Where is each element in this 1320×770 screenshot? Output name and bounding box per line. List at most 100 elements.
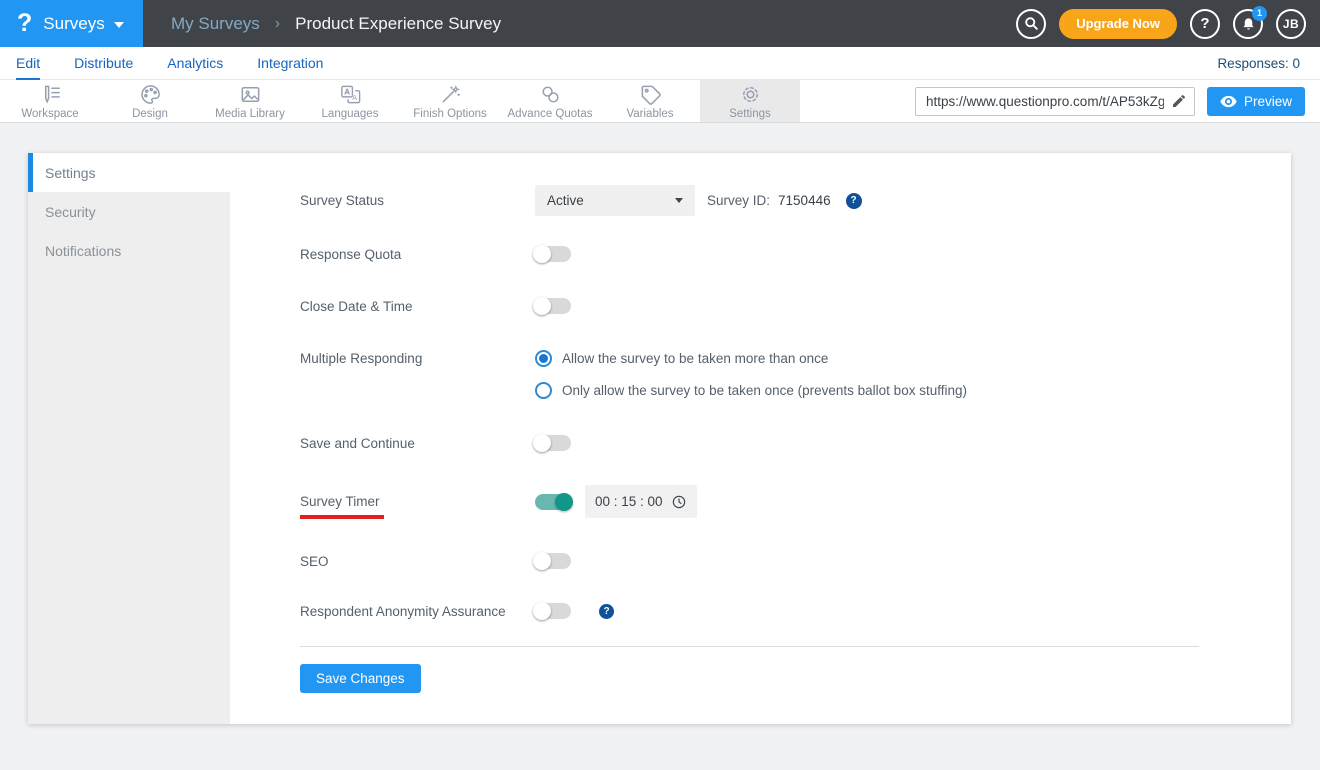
edit-url-icon[interactable] xyxy=(1171,93,1187,109)
save-and-continue-toggle[interactable] xyxy=(533,434,571,452)
toolbar-tab-workspace[interactable]: Workspace xyxy=(0,80,100,122)
search-icon xyxy=(1024,16,1039,31)
toolbar-tab-label: Media Library xyxy=(215,107,285,120)
toggle-knob xyxy=(533,297,551,315)
multiple-responding-row: Multiple Responding Allow the survey to … xyxy=(300,350,1291,399)
respondent-anonymity-toggle[interactable] xyxy=(533,602,571,620)
survey-nav-tabs: Edit Distribute Analytics Integration Re… xyxy=(0,47,1320,80)
tag-icon xyxy=(639,83,662,106)
toolbar-tab-label: Finish Options xyxy=(413,107,487,120)
toggle-knob xyxy=(533,552,551,570)
survey-title: Product Experience Survey xyxy=(295,13,502,33)
toggle-knob xyxy=(533,602,551,620)
chevron-down-icon xyxy=(113,21,124,28)
survey-status-dropdown[interactable]: Active xyxy=(535,185,695,216)
breadcrumb-separator-icon: › xyxy=(274,14,281,32)
toolbar-tab-settings[interactable]: Settings xyxy=(700,80,800,122)
toolbar-tab-languages[interactable]: A Languages xyxy=(300,80,400,122)
annotation-red-underline xyxy=(300,515,384,519)
save-and-continue-row: Save and Continue xyxy=(300,434,1291,452)
toolbar-tab-label: Languages xyxy=(321,107,379,120)
toolbar-tab-advance-quotas[interactable]: Advance Quotas xyxy=(500,80,600,122)
toolbar-tab-label: Workspace xyxy=(21,107,79,120)
survey-timer-label: Survey Timer xyxy=(300,494,380,509)
respondent-anonymity-row: Respondent Anonymity Assurance ? xyxy=(300,602,1291,620)
search-button[interactable] xyxy=(1016,8,1047,39)
account-menu-button[interactable]: JB xyxy=(1276,8,1306,39)
multiple-responding-options: Allow the survey to be taken more than o… xyxy=(535,350,967,399)
gear-icon xyxy=(739,83,762,106)
section-divider xyxy=(300,646,1199,647)
close-date-toggle[interactable] xyxy=(533,297,571,315)
edit-toolbar: Workspace Design Media Library A Languag… xyxy=(0,80,1320,123)
translate-icon: A xyxy=(339,83,362,106)
survey-url-input[interactable] xyxy=(914,86,1195,116)
question-mark-icon: ? xyxy=(1200,15,1210,32)
toolbar-tab-label: Settings xyxy=(729,107,771,120)
radio-unselected-icon xyxy=(535,382,552,399)
topbar-actions: Upgrade Now ? 1 JB xyxy=(1016,5,1320,39)
tab-distribute[interactable]: Distribute xyxy=(74,47,133,80)
settings-card: Settings Security Notifications Survey S… xyxy=(28,153,1291,724)
response-quota-label: Response Quota xyxy=(300,246,402,262)
survey-timer-duration-field[interactable]: 00 : 15 : 00 xyxy=(585,485,697,518)
clock-icon xyxy=(671,494,687,510)
save-and-continue-label: Save and Continue xyxy=(300,435,415,451)
tab-analytics[interactable]: Analytics xyxy=(167,47,223,80)
product-name: Surveys xyxy=(43,13,105,33)
settings-content: Survey Status Active Survey ID: 7150446 … xyxy=(230,153,1291,724)
responses-count: Responses: 0 xyxy=(1217,55,1300,71)
survey-url-wrap xyxy=(914,86,1195,116)
seo-toggle[interactable] xyxy=(533,552,571,570)
sidebar-item-security[interactable]: Security xyxy=(28,192,230,231)
topbar: ? Surveys My Surveys › Product Experienc… xyxy=(0,0,1320,47)
survey-id-help-icon[interactable]: ? xyxy=(845,192,862,209)
sidebar-item-notifications[interactable]: Notifications xyxy=(28,231,230,270)
toolbar-tab-media-library[interactable]: Media Library xyxy=(200,80,300,122)
upgrade-now-button[interactable]: Upgrade Now xyxy=(1059,8,1177,39)
preview-label: Preview xyxy=(1243,93,1292,109)
survey-id-label: Survey ID: xyxy=(707,193,771,208)
respondent-anonymity-label: Respondent Anonymity Assurance xyxy=(300,603,506,619)
notifications-button[interactable]: 1 xyxy=(1233,5,1267,39)
svg-text:A: A xyxy=(352,94,357,102)
eye-icon xyxy=(1220,95,1237,108)
multiple-responding-label: Multiple Responding xyxy=(300,351,423,366)
workspace-icon xyxy=(39,83,62,106)
breadcrumb-my-surveys[interactable]: My Surveys xyxy=(171,14,260,34)
tab-integration[interactable]: Integration xyxy=(257,47,323,80)
image-icon xyxy=(239,83,262,106)
survey-id-value: 7150446 xyxy=(778,193,831,208)
toolbar-tab-label: Variables xyxy=(626,107,674,120)
save-changes-button[interactable]: Save Changes xyxy=(300,664,421,693)
radio-only-once[interactable]: Only allow the survey to be taken once (… xyxy=(535,382,967,399)
product-switcher[interactable]: ? Surveys xyxy=(0,0,143,47)
toolbar-tab-design[interactable]: Design xyxy=(100,80,200,122)
breadcrumb: My Surveys › Product Experience Survey xyxy=(171,14,501,34)
anonymity-help-icon[interactable]: ? xyxy=(599,603,614,619)
questionpro-logo-icon: ? xyxy=(17,9,33,37)
settings-sidebar: Settings Security Notifications xyxy=(28,153,230,724)
survey-timer-row: Survey Timer 00 : 15 : 00 xyxy=(300,485,1291,519)
preview-button[interactable]: Preview xyxy=(1206,86,1305,116)
seo-row: SEO xyxy=(300,552,1291,570)
tab-edit[interactable]: Edit xyxy=(16,47,41,80)
survey-timer-toggle[interactable] xyxy=(535,492,573,511)
notification-badge: 1 xyxy=(1252,5,1267,21)
sidebar-item-settings[interactable]: Settings xyxy=(28,153,230,192)
toolbar-tab-label: Design xyxy=(132,107,168,120)
toggle-knob xyxy=(533,434,551,452)
palette-icon xyxy=(139,83,162,106)
radio-allow-multiple[interactable]: Allow the survey to be taken more than o… xyxy=(535,350,967,367)
help-button[interactable]: ? xyxy=(1190,8,1220,39)
survey-status-row: Survey Status Active Survey ID: 7150446 … xyxy=(300,185,1291,216)
chain-links-icon xyxy=(539,83,562,106)
survey-timer-label-wrap: Survey Timer xyxy=(300,494,535,519)
magic-wand-icon xyxy=(439,83,462,106)
survey-timer-value: 00 : 15 : 00 xyxy=(595,494,663,509)
response-quota-toggle[interactable] xyxy=(533,245,571,263)
toolbar-tab-finish-options[interactable]: Finish Options xyxy=(400,80,500,122)
toolbar-tab-variables[interactable]: Variables xyxy=(600,80,700,122)
close-date-label: Close Date & Time xyxy=(300,298,413,314)
toggle-knob xyxy=(555,492,573,511)
